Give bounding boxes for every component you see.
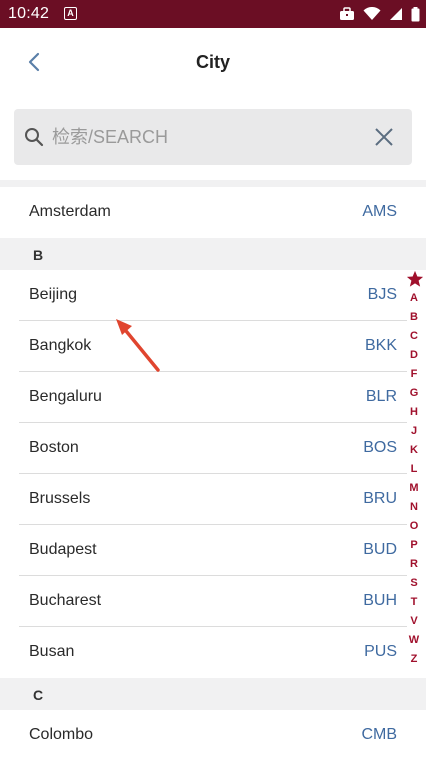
city-code: BOS [363, 439, 397, 456]
index-letter[interactable]: V [404, 614, 424, 628]
list-item[interactable]: Amsterdam AMS [0, 187, 426, 238]
index-letter[interactable]: D [404, 348, 424, 362]
index-letter[interactable]: P [404, 538, 424, 552]
index-letter[interactable]: N [404, 500, 424, 514]
city-name: Boston [29, 439, 79, 456]
nav-bar: City [0, 28, 426, 96]
search-area [0, 96, 426, 180]
index-letter[interactable]: G [404, 386, 424, 400]
status-icons [339, 5, 420, 23]
city-name: Beijing [29, 286, 78, 303]
list-item[interactable]: Boston BOS [0, 423, 426, 474]
list-item[interactable]: Bucharest BUH [0, 576, 426, 627]
list-item[interactable]: Bengaluru BLR [0, 372, 426, 423]
close-icon[interactable] [374, 127, 394, 147]
city-name: Bucharest [29, 592, 102, 609]
city-name: Bengaluru [29, 388, 102, 405]
list-item[interactable]: Busan PUS [0, 627, 426, 678]
index-letter[interactable]: J [404, 424, 424, 438]
page-title: City [195, 52, 230, 72]
list-item[interactable]: Brussels BRU [0, 474, 426, 525]
index-letter[interactable]: Z [404, 652, 424, 666]
wifi-icon [363, 7, 381, 20]
city-name: Budapest [29, 541, 97, 558]
index-letter[interactable]: O [404, 519, 424, 533]
city-code: PUS [364, 643, 397, 660]
index-letter[interactable]: R [404, 557, 424, 571]
index-letter[interactable]: S [404, 576, 424, 590]
list-item[interactable]: Colombo CMB [0, 710, 426, 759]
index-letter[interactable]: T [404, 595, 424, 609]
notification-a-icon: A [64, 7, 77, 20]
index-letter[interactable]: A [404, 291, 424, 305]
status-bar: 10:42 A [0, 0, 426, 28]
index-letter[interactable]: B [404, 310, 424, 324]
city-name: Bangkok [29, 337, 92, 354]
status-time: 10:42 [8, 5, 50, 22]
city-name: Colombo [29, 726, 94, 743]
city-code: AMS [362, 203, 397, 220]
city-code: BRU [363, 490, 397, 507]
index-letter[interactable]: M [404, 481, 424, 495]
section-header-b: B [0, 238, 426, 271]
index-letter[interactable]: W [404, 633, 424, 647]
briefcase-icon [340, 7, 354, 20]
search-box[interactable] [14, 109, 412, 165]
city-code: BUH [363, 592, 397, 609]
city-code: BJS [367, 286, 397, 303]
section-header-c: C [0, 678, 426, 711]
index-letter[interactable]: L [404, 462, 424, 476]
signal-icon [390, 8, 402, 20]
search-icon [25, 128, 44, 147]
battery-icon [411, 6, 420, 21]
index-letter[interactable]: F [404, 367, 424, 381]
city-name: Brussels [29, 490, 91, 507]
city-code: BUD [363, 541, 397, 558]
list-item[interactable]: Budapest BUD [0, 525, 426, 576]
city-code: BKK [364, 337, 397, 354]
city-code: CMB [361, 726, 397, 743]
index-letter[interactable]: K [404, 443, 424, 457]
index-letter[interactable]: C [404, 329, 424, 343]
list-item[interactable]: Beijing BJS [0, 270, 426, 321]
section-letter: C [33, 687, 44, 703]
city-name: Amsterdam [29, 203, 111, 220]
search-input[interactable] [52, 121, 362, 153]
section-letter: B [33, 247, 44, 263]
index-letter[interactable]: H [404, 405, 424, 419]
list-item[interactable]: Bangkok BKK [0, 321, 426, 372]
list-gap [0, 180, 426, 187]
city-name: Busan [29, 643, 75, 660]
city-code: BLR [365, 388, 397, 405]
star-icon[interactable] [406, 270, 424, 288]
